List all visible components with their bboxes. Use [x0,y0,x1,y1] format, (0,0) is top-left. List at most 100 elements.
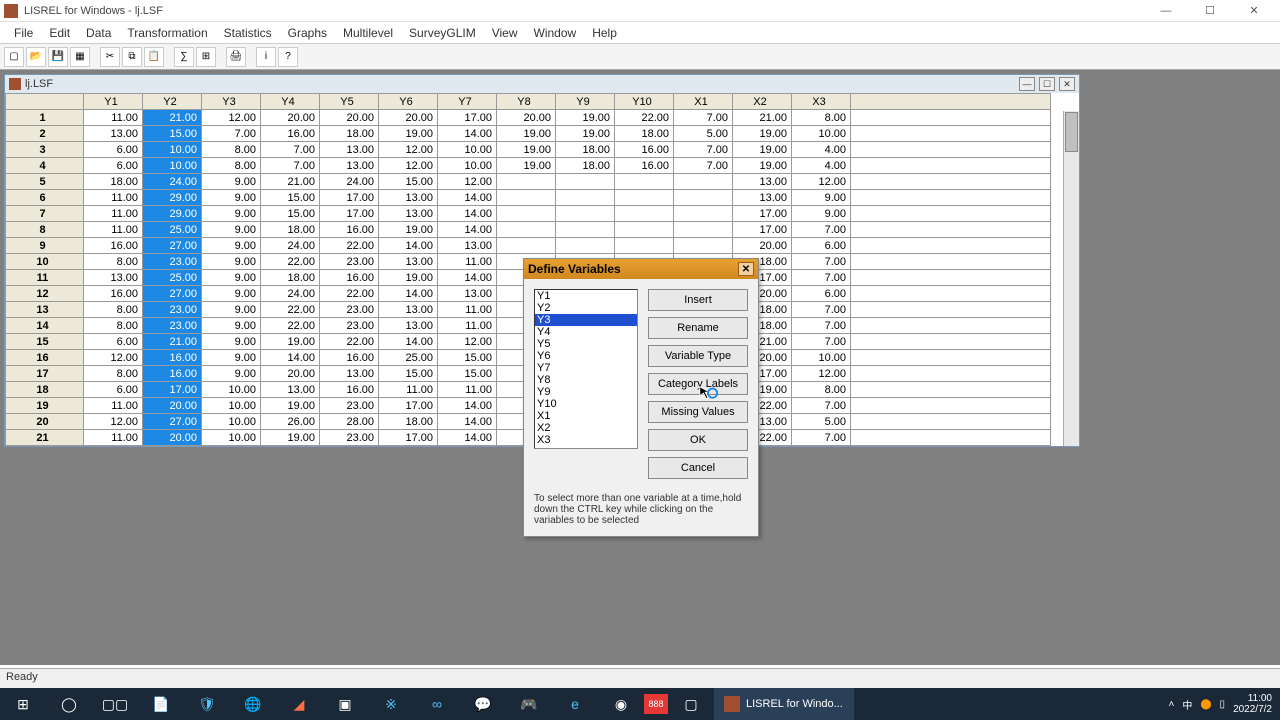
maximize-button[interactable]: ☐ [1188,1,1232,21]
cell[interactable] [674,206,733,222]
cell[interactable]: 9.00 [202,190,261,206]
matlab-icon[interactable]: ◢ [276,688,322,720]
cell[interactable]: 6.00 [84,382,143,398]
var-item-X1[interactable]: X1 [535,410,637,422]
cell[interactable]: 11.00 [84,206,143,222]
menu-file[interactable]: File [6,24,41,42]
ok-button[interactable]: OK [648,429,748,451]
row-header[interactable]: 20 [6,414,84,430]
cell[interactable]: 19.00 [379,126,438,142]
app-icon-1[interactable]: ▣ [322,688,368,720]
var-item-X3[interactable]: X3 [535,434,637,446]
cell[interactable]: 13.00 [438,238,497,254]
col-header-Y9[interactable]: Y9 [556,94,615,110]
cell[interactable]: 9.00 [202,318,261,334]
cell[interactable]: 8.00 [792,110,851,126]
row-header[interactable]: 11 [6,270,84,286]
cell[interactable]: 10.00 [202,398,261,414]
variable-list[interactable]: Y1Y2Y3Y4Y5Y6Y7Y8Y9Y10X1X2X3 [534,289,638,449]
cell[interactable]: 22.00 [261,254,320,270]
cell[interactable]: 9.00 [792,190,851,206]
cell[interactable]: 18.00 [556,158,615,174]
cell[interactable]: 19.00 [497,158,556,174]
cell[interactable]: 11.00 [438,302,497,318]
cell[interactable]: 10.00 [202,414,261,430]
tray-icon-2[interactable]: ▯ [1220,699,1226,710]
cell[interactable] [674,238,733,254]
row-header[interactable]: 10 [6,254,84,270]
cell[interactable]: 5.00 [674,126,733,142]
cell[interactable]: 13.00 [320,366,379,382]
row-header[interactable]: 13 [6,302,84,318]
browser-icon[interactable]: 🌐 [230,688,276,720]
cell[interactable]: 20.00 [143,398,202,414]
cell[interactable] [615,190,674,206]
cell[interactable]: 13.00 [379,206,438,222]
cell[interactable]: 9.00 [202,334,261,350]
cell[interactable]: 8.00 [84,318,143,334]
row-header[interactable]: 18 [6,382,84,398]
menu-edit[interactable]: Edit [41,24,78,42]
cell[interactable]: 16.00 [261,126,320,142]
menu-transformation[interactable]: Transformation [119,24,215,42]
app-icon-2[interactable]: ※ [368,688,414,720]
cell[interactable]: 18.00 [556,142,615,158]
cell[interactable]: 17.00 [143,382,202,398]
cell[interactable]: 25.00 [379,350,438,366]
var-item-Y8[interactable]: Y8 [535,374,637,386]
cell[interactable]: 7.00 [202,126,261,142]
cell[interactable]: 17.00 [320,190,379,206]
cell[interactable]: 19.00 [261,398,320,414]
cell[interactable]: 8.00 [202,158,261,174]
cell[interactable]: 7.00 [792,254,851,270]
cell[interactable]: 13.00 [84,126,143,142]
cell[interactable]: 14.00 [438,430,497,446]
cell[interactable]: 9.00 [202,302,261,318]
app-icon-6[interactable]: ▢ [668,688,714,720]
cell[interactable]: 19.00 [733,126,792,142]
cell[interactable]: 13.00 [733,190,792,206]
cell[interactable]: 7.00 [792,222,851,238]
cell[interactable]: 8.00 [202,142,261,158]
cell[interactable]: 29.00 [143,190,202,206]
cell[interactable]: 11.00 [84,222,143,238]
vertical-scrollbar[interactable] [1063,111,1079,446]
cancel-button[interactable]: Cancel [648,457,748,479]
cell[interactable]: 20.00 [261,110,320,126]
cell[interactable]: 10.00 [143,158,202,174]
row-header[interactable]: 6 [6,190,84,206]
cell[interactable]: 16.00 [143,366,202,382]
cell[interactable]: 19.00 [733,158,792,174]
var-item-X2[interactable]: X2 [535,422,637,434]
new-file-icon[interactable]: ▢ [4,47,24,67]
cell[interactable]: 14.00 [438,398,497,414]
menu-graphs[interactable]: Graphs [280,24,335,42]
cell[interactable]: 9.00 [202,174,261,190]
cell[interactable]: 7.00 [792,398,851,414]
cell[interactable]: 13.00 [733,174,792,190]
child-minimize-button[interactable]: — [1019,77,1035,91]
cell[interactable]: 14.00 [438,206,497,222]
cell[interactable]: 24.00 [143,174,202,190]
col-header-Y6[interactable]: Y6 [379,94,438,110]
cell[interactable]: 15.00 [261,206,320,222]
cell[interactable] [615,206,674,222]
app-icon-5[interactable]: 888 [644,694,668,714]
cell[interactable]: 20.00 [379,110,438,126]
col-header-Y2[interactable]: Y2 [143,94,202,110]
copy-icon[interactable]: ⧉ [122,47,142,67]
scroll-thumb[interactable] [1065,112,1078,152]
cell[interactable]: 13.00 [320,158,379,174]
help-icon[interactable]: ? [278,47,298,67]
row-header[interactable]: 9 [6,238,84,254]
cell[interactable]: 10.00 [202,430,261,446]
cell[interactable]: 21.00 [143,110,202,126]
cell[interactable]: 7.00 [674,110,733,126]
col-header-Y3[interactable]: Y3 [202,94,261,110]
col-header-Y4[interactable]: Y4 [261,94,320,110]
cell[interactable]: 9.00 [202,350,261,366]
col-header-X1[interactable]: X1 [674,94,733,110]
cell[interactable]: 26.00 [261,414,320,430]
cell[interactable]: 20.00 [497,110,556,126]
menu-data[interactable]: Data [78,24,119,42]
